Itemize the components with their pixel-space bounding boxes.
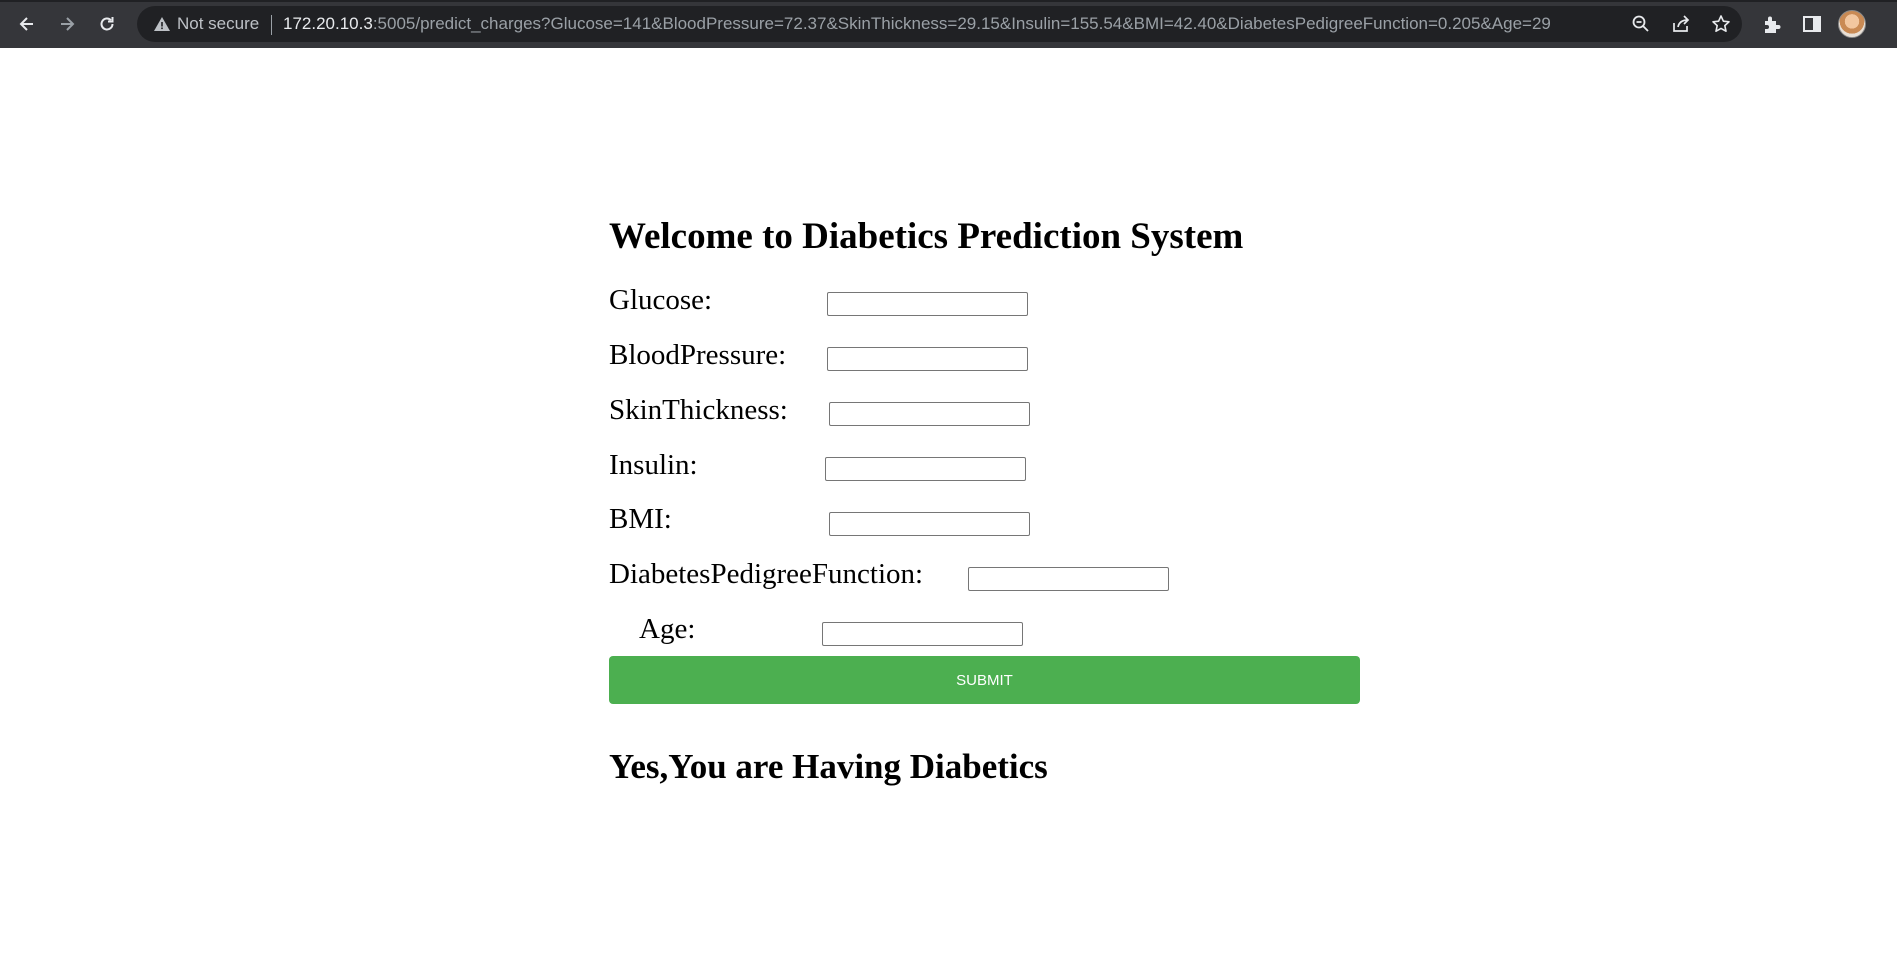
page-title: Welcome to Diabetics Prediction System: [609, 216, 1244, 257]
browser-toolbar: Not secure 172.20.10.3:5005/predict_char…: [0, 0, 1897, 48]
skin-thickness-label: SkinThickness:: [609, 394, 788, 426]
insulin-input[interactable]: [825, 457, 1026, 481]
profile-avatar[interactable]: [1838, 10, 1866, 38]
warning-icon: [154, 17, 170, 31]
prediction-result: Yes,You are Having Diabetics: [609, 747, 1048, 786]
glucose-label: Glucose:: [609, 284, 713, 316]
reload-icon: [100, 17, 114, 31]
share-button[interactable]: [1669, 12, 1693, 36]
share-icon: [1673, 15, 1690, 32]
insulin-label: Insulin:: [609, 449, 698, 481]
age-input[interactable]: [822, 622, 1023, 646]
url-text[interactable]: 172.20.10.3:5005/predict_charges?Glucose…: [283, 15, 1551, 33]
security-status[interactable]: Not secure: [177, 15, 259, 33]
extensions-icon: [1765, 16, 1781, 33]
extensions-button[interactable]: [1758, 10, 1786, 38]
bmi-label: BMI:: [609, 503, 672, 535]
tab-strip-edge: [0, 0, 1897, 2]
forward-button[interactable]: [51, 8, 83, 40]
glucose-input[interactable]: [827, 292, 1028, 316]
reload-button[interactable]: [91, 8, 123, 40]
skin-thickness-input[interactable]: [829, 402, 1030, 426]
bmi-input[interactable]: [829, 512, 1030, 536]
diabetes-pedigree-label: DiabetesPedigreeFunction:: [609, 558, 924, 590]
bookmark-button[interactable]: [1709, 12, 1733, 36]
url-host: 172.20.10.3: [283, 14, 373, 33]
zoom-icon: [1632, 15, 1649, 32]
back-button[interactable]: [11, 8, 43, 40]
url-path: :5005/predict_charges?Glucose=141&BloodP…: [372, 14, 1551, 33]
diabetes-pedigree-input[interactable]: [968, 567, 1169, 591]
blood-pressure-input[interactable]: [827, 347, 1028, 371]
back-icon: [19, 17, 33, 31]
submit-button[interactable]: Submit: [609, 656, 1360, 704]
side-panel-button[interactable]: [1798, 10, 1826, 38]
star-icon: [1712, 15, 1730, 32]
blood-pressure-label: BloodPressure:: [609, 339, 787, 371]
forward-icon: [61, 17, 75, 31]
address-bar[interactable]: Not secure 172.20.10.3:5005/predict_char…: [137, 6, 1742, 42]
zoom-button[interactable]: [1629, 12, 1653, 36]
side-panel-icon: [1803, 16, 1821, 32]
age-label: Age:: [639, 613, 696, 645]
security-divider: [271, 15, 272, 35]
